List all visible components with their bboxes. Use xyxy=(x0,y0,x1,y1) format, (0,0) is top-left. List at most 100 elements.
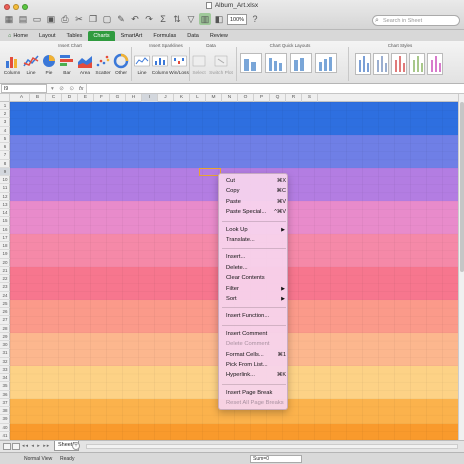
tab-smartart[interactable]: SmartArt xyxy=(116,31,148,41)
row-header-14[interactable]: 14 xyxy=(0,209,10,218)
column-header-a[interactable]: A xyxy=(14,94,30,102)
column-chart-button[interactable]: Column xyxy=(3,53,21,76)
redo-icon[interactable]: ↷ xyxy=(143,13,155,25)
row-header-38[interactable]: 38 xyxy=(0,407,10,416)
row-header-18[interactable]: 18 xyxy=(0,242,10,251)
cut-icon[interactable]: ✂ xyxy=(73,13,85,25)
horizontal-scrollbar[interactable] xyxy=(86,444,458,449)
menu-item-look-up[interactable]: Look Up ▶ xyxy=(219,225,289,235)
row-header-17[interactable]: 17 xyxy=(0,234,10,243)
row-header-10[interactable]: 10 xyxy=(0,176,10,185)
autosum-icon[interactable]: Σ xyxy=(157,13,169,25)
formula-input[interactable] xyxy=(86,84,464,93)
column-header-o[interactable]: O xyxy=(238,94,254,102)
menu-item-sort[interactable]: Sort ▶ xyxy=(219,294,289,304)
add-sheet-button[interactable]: + xyxy=(72,442,80,450)
area-chart-button[interactable]: Area xyxy=(76,53,94,76)
formula-bar-icons[interactable]: ▾ ⊘ ⊙ xyxy=(51,86,76,92)
column-header-h[interactable]: H xyxy=(126,94,142,102)
row-header-1[interactable]: 1 xyxy=(0,102,10,111)
column-header-g[interactable]: G xyxy=(110,94,126,102)
switch-plot-button[interactable]: Switch Plot xyxy=(208,53,234,76)
row-header-31[interactable]: 31 xyxy=(0,349,10,358)
menu-item-format-cells[interactable]: Format Cells... ⌘1 xyxy=(219,350,289,360)
toolbox-icon[interactable]: ◧ xyxy=(213,13,225,25)
row-header-5[interactable]: 5 xyxy=(0,135,10,144)
select-data-button[interactable]: Select xyxy=(190,53,208,76)
new-document-icon[interactable]: ▦ xyxy=(3,13,15,25)
filter-icon[interactable]: ▽ xyxy=(185,13,197,25)
column-header-j[interactable]: J xyxy=(158,94,174,102)
chart-style-4[interactable] xyxy=(409,53,425,75)
menu-item-copy[interactable]: Copy ⌘C xyxy=(219,186,289,196)
format-painter-icon[interactable]: ✎ xyxy=(115,13,127,25)
page-layout-view-icon[interactable] xyxy=(12,443,20,450)
row-header-6[interactable]: 6 xyxy=(0,143,10,152)
chart-style-5[interactable] xyxy=(427,53,443,75)
sparkline-winloss-button[interactable]: Win/Loss xyxy=(169,53,189,76)
help-icon[interactable]: ? xyxy=(249,13,261,25)
normal-view-icon[interactable] xyxy=(3,443,11,450)
row-header-32[interactable]: 32 xyxy=(0,358,10,366)
row-header-19[interactable]: 19 xyxy=(0,250,10,259)
row-header-29[interactable]: 29 xyxy=(0,333,10,342)
quick-layout-1[interactable] xyxy=(240,53,262,73)
chart-style-2[interactable] xyxy=(373,53,389,75)
row-header-37[interactable]: 37 xyxy=(0,399,10,407)
column-header-b[interactable]: B xyxy=(30,94,46,102)
menu-item-pick-from-list[interactable]: Pick From List... xyxy=(219,360,289,370)
row-header-7[interactable]: 7 xyxy=(0,151,10,160)
row-header-23[interactable]: 23 xyxy=(0,283,10,292)
open-icon[interactable]: ▭ xyxy=(31,13,43,25)
pie-chart-button[interactable]: Pie xyxy=(40,53,58,76)
row-header-25[interactable]: 25 xyxy=(0,300,10,309)
column-header-s[interactable]: S xyxy=(302,94,318,102)
column-header-q[interactable]: Q xyxy=(270,94,286,102)
other-chart-button[interactable]: Other xyxy=(112,53,130,76)
row-header-15[interactable]: 15 xyxy=(0,217,10,226)
row-header-4[interactable]: 4 xyxy=(0,127,10,135)
row-header-16[interactable]: 16 xyxy=(0,226,10,234)
sort-icon[interactable]: ⇅ xyxy=(171,13,183,25)
undo-icon[interactable]: ↶ xyxy=(129,13,141,25)
print-icon[interactable]: ⎙ xyxy=(59,13,71,25)
menu-item-translate[interactable]: Translate... xyxy=(219,235,289,245)
row-header-2[interactable]: 2 xyxy=(0,110,10,119)
zoom-select[interactable]: 100% xyxy=(227,13,247,25)
paste-icon[interactable]: ▢ xyxy=(101,13,113,25)
search-input[interactable]: ⌕ Search in Sheet xyxy=(372,15,460,26)
quick-layout-3[interactable] xyxy=(290,53,312,73)
column-header-m[interactable]: M xyxy=(206,94,222,102)
column-header-p[interactable]: P xyxy=(254,94,270,102)
tab-home[interactable]: ⌂ Home xyxy=(3,31,33,41)
sheet-nav-arrows[interactable]: ◂◂ ◂ ▸ ▸▸ xyxy=(22,443,50,449)
menu-item-filter[interactable]: Filter ▶ xyxy=(219,284,289,294)
copy-icon[interactable]: ❐ xyxy=(87,13,99,25)
scatter-chart-button[interactable]: Scatter xyxy=(94,53,112,76)
row-header-36[interactable]: 36 xyxy=(0,391,10,399)
row-header-22[interactable]: 22 xyxy=(0,275,10,284)
function-icon[interactable]: fx xyxy=(79,86,83,92)
quick-layout-2[interactable] xyxy=(265,53,287,73)
column-header-f[interactable]: F xyxy=(94,94,110,102)
name-box[interactable]: I9 xyxy=(1,84,47,93)
line-chart-button[interactable]: Line xyxy=(22,53,40,76)
menu-item-paste-special[interactable]: Paste Special... ^⌘V xyxy=(219,207,289,217)
row-header-8[interactable]: 8 xyxy=(0,160,10,168)
tab-tables[interactable]: Tables xyxy=(62,31,88,41)
row-header-39[interactable]: 39 xyxy=(0,415,10,424)
column-header-k[interactable]: K xyxy=(174,94,190,102)
row-header-20[interactable]: 20 xyxy=(0,259,10,267)
menu-item-insert-function[interactable]: Insert Function... xyxy=(219,311,289,321)
save-icon[interactable]: ▣ xyxy=(45,13,57,25)
tab-review[interactable]: Review xyxy=(205,31,233,41)
column-header-i[interactable]: I xyxy=(142,94,158,102)
row-header-9[interactable]: 9 xyxy=(0,167,10,177)
sum-display[interactable]: Sum=0 xyxy=(250,455,302,463)
sparkline-column-button[interactable]: Column xyxy=(151,53,169,76)
template-icon[interactable]: ▤ xyxy=(17,13,29,25)
column-header-c[interactable]: C xyxy=(46,94,62,102)
menu-item-cut[interactable]: Cut ⌘X xyxy=(219,176,289,186)
row-header-13[interactable]: 13 xyxy=(0,201,10,210)
row-header-28[interactable]: 28 xyxy=(0,325,10,333)
